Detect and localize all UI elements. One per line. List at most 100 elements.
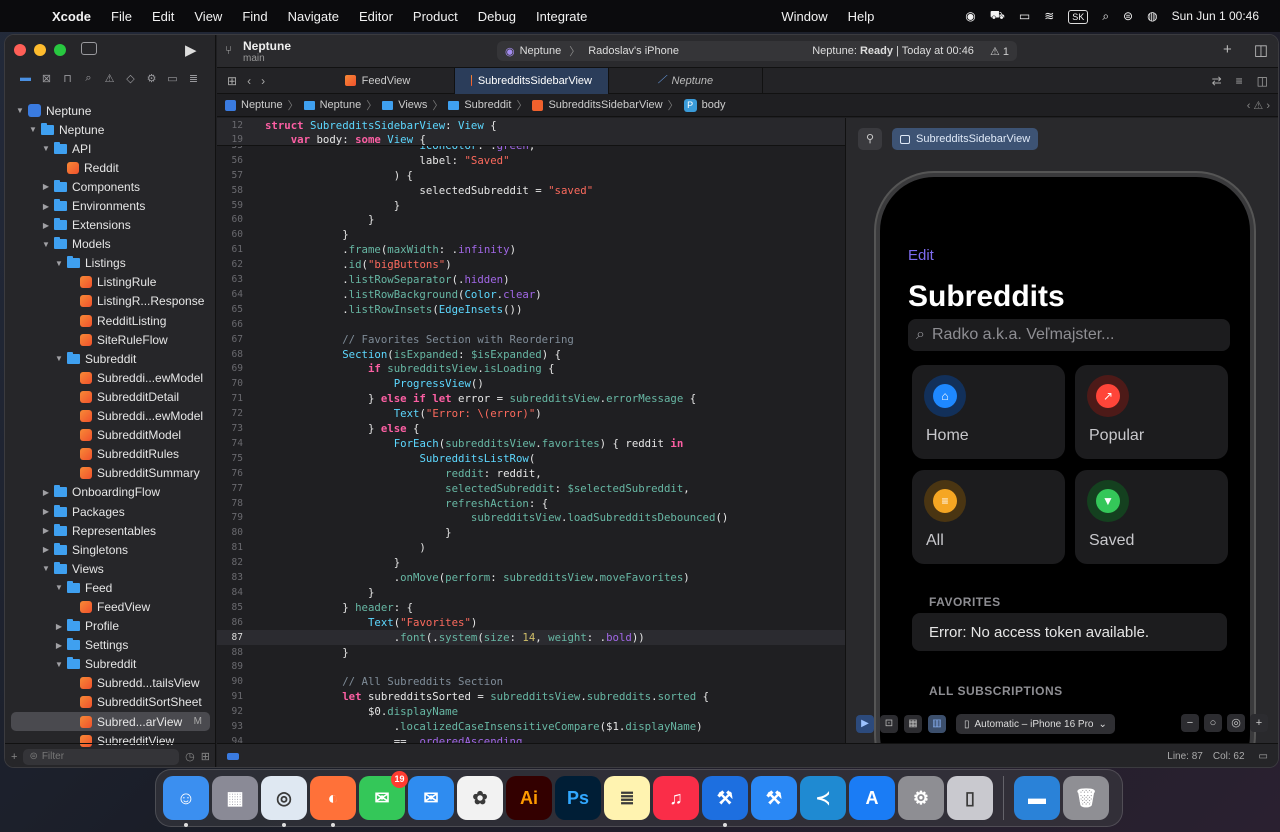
battery-icon[interactable]: ▭: [1012, 9, 1037, 23]
dock-messages-icon[interactable]: ✉ 19: [359, 771, 408, 820]
code-line[interactable]: 63 .listRowSeparator(.hidden): [217, 272, 845, 287]
card-home[interactable]: ⌂ Home: [912, 365, 1065, 459]
panel-toggle-icon[interactable]: ▭: [1259, 751, 1268, 762]
code-line[interactable]: 83 .onMove(perform: subredditsView.moveF…: [217, 570, 845, 585]
tree-folder[interactable]: ▶ Extensions: [5, 216, 216, 235]
source-editor[interactable]: 12 struct SubredditsSidebarView: View {19…: [217, 118, 845, 743]
tab-neptune[interactable]: ⟋ Neptune: [609, 67, 763, 94]
code-line[interactable]: 60 }: [217, 227, 845, 242]
tree-folder[interactable]: ▼ Views: [5, 559, 216, 578]
code-line[interactable]: 72 Text("Error: \(error)"): [217, 406, 845, 421]
debug-navigator-icon[interactable]: ⚙: [143, 72, 160, 85]
sidebar-toggle-icon[interactable]: [81, 42, 97, 55]
chevron-down-icon[interactable]: ▼: [54, 660, 64, 669]
inspector-toggle-icon[interactable]: ◫: [1254, 41, 1268, 59]
car-icon[interactable]: ⛟: [983, 8, 1012, 24]
code-line[interactable]: 56 label: "Saved": [217, 153, 845, 168]
zoom-100-icon[interactable]: ○: [1204, 714, 1222, 732]
dock-app-store-icon[interactable]: A: [849, 776, 895, 820]
menu-window[interactable]: Window: [771, 9, 837, 24]
zoom-fit-icon[interactable]: ◎: [1227, 714, 1245, 732]
code-line[interactable]: 93 .localizedCaseInsensitiveCompare($1.d…: [217, 719, 845, 734]
run-button[interactable]: ▶: [185, 41, 197, 59]
close-window-button[interactable]: [14, 44, 26, 56]
dock-music-icon[interactable]: ♫: [653, 776, 699, 820]
code-line[interactable]: 62 .id("bigButtons"): [217, 257, 845, 272]
live-preview-icon[interactable]: ▶: [856, 715, 874, 733]
code-line[interactable]: 85 } header: {: [217, 600, 845, 615]
recent-files-icon[interactable]: ◷: [185, 750, 195, 763]
code-line[interactable]: 66: [217, 317, 845, 332]
code-line[interactable]: 74 ForEach(subredditsView.favorites) { r…: [217, 436, 845, 451]
menu-product[interactable]: Product: [403, 9, 468, 24]
tree-file[interactable]: Subreddi...ewModel: [5, 407, 216, 426]
tree-file[interactable]: ListingR...Response: [5, 292, 216, 311]
dock-system-settings-icon[interactable]: ⚙: [898, 776, 944, 820]
tree-folder[interactable]: ▶ OnboardingFlow: [5, 483, 216, 502]
editor-options-icon[interactable]: ≡: [1236, 74, 1243, 88]
refresh-icon[interactable]: ⇄: [1212, 74, 1222, 88]
add-icon[interactable]: +: [11, 751, 17, 763]
chevron-down-icon[interactable]: ▼: [41, 240, 51, 249]
input-source-menu[interactable]: SK: [1061, 9, 1095, 24]
code-line[interactable]: 71 } else if let error = subredditsView.…: [217, 391, 845, 406]
status-app-icon[interactable]: ◉: [958, 9, 982, 23]
code-line[interactable]: 67 // Favorites Section with Reordering: [217, 332, 845, 347]
code-line[interactable]: 81 ): [217, 540, 845, 555]
source-control-icon[interactable]: ⊠: [38, 72, 55, 85]
tree-folder[interactable]: ▼ Subreddit: [5, 349, 216, 368]
code-line[interactable]: 57 ) {: [217, 168, 845, 183]
grid-icon[interactable]: ⊞: [227, 74, 237, 88]
code-line[interactable]: 65 .listRowInsets(EdgeInsets()): [217, 302, 845, 317]
code-line[interactable]: 64 .listRowBackground(Color.clear): [217, 287, 845, 302]
control-center-icon[interactable]: ⊜: [1116, 9, 1140, 23]
menu-file[interactable]: File: [101, 9, 142, 24]
tree-file[interactable]: SubredditSortSheet: [5, 693, 216, 712]
tree-file[interactable]: SiteRuleFlow: [5, 330, 216, 349]
tree-folder[interactable]: ▶ Singletons: [5, 540, 216, 559]
code-line[interactable]: 70 ProgressView(): [217, 376, 845, 391]
breadcrumb-item[interactable]: Subreddit: [464, 99, 511, 111]
tree-folder[interactable]: ▼ Subreddit: [5, 655, 216, 674]
tab-subredditssidebarview[interactable]: SubredditsSidebarView: [455, 67, 609, 94]
chevron-down-icon[interactable]: ▼: [54, 354, 64, 363]
menu-help[interactable]: Help: [838, 9, 885, 24]
menu-editor[interactable]: Editor: [349, 9, 403, 24]
tree-folder[interactable]: ▶ Settings: [5, 636, 216, 655]
tree-file[interactable]: Reddit: [5, 158, 216, 177]
dock-photoshop-icon[interactable]: Ps: [555, 776, 601, 820]
card-all[interactable]: ≡ All: [912, 470, 1065, 564]
code-line[interactable]: 69 if subredditsView.isLoading {: [217, 362, 845, 377]
code-line[interactable]: 82 }: [217, 555, 845, 570]
code-line[interactable]: 68 Section(isExpanded: $isExpanded) {: [217, 347, 845, 362]
menu-integrate[interactable]: Integrate: [526, 9, 597, 24]
library-add-icon[interactable]: +: [1223, 41, 1232, 59]
split-editor-icon[interactable]: ◫: [1257, 74, 1268, 88]
tree-folder[interactable]: ▼ Models: [5, 235, 216, 254]
dock-finder-icon[interactable]: ☺: [163, 776, 209, 827]
dock-launchpad-icon[interactable]: ▦: [212, 776, 258, 820]
tab-feedview[interactable]: FeedView: [301, 67, 455, 94]
card-popular[interactable]: ↗ Popular: [1075, 365, 1228, 459]
breakpoint-navigator-icon[interactable]: ▭: [164, 72, 181, 85]
dock-xcode-beta-icon[interactable]: ⚒: [702, 776, 748, 827]
filter-field[interactable]: ⊜ Filter: [23, 748, 180, 765]
code-line[interactable]: 77 selectedSubreddit: $selectedSubreddit…: [217, 481, 845, 496]
back-icon[interactable]: ‹: [247, 74, 251, 88]
code-line[interactable]: 73 } else {: [217, 421, 845, 436]
wifi-icon[interactable]: ≋: [1037, 9, 1061, 23]
chevron-right-icon[interactable]: ▶: [54, 641, 64, 650]
tree-folder[interactable]: ▶ Environments: [5, 196, 216, 215]
warning-badge[interactable]: ⚠ 1: [990, 45, 1009, 58]
chevron-right-icon[interactable]: ▶: [41, 221, 51, 230]
chevron-right-icon[interactable]: ▶: [41, 526, 51, 535]
tree-folder[interactable]: ▼ Listings: [5, 254, 216, 273]
breadcrumb-item[interactable]: Views: [398, 99, 427, 111]
chevron-down-icon[interactable]: ▼: [28, 125, 38, 134]
forward-icon[interactable]: ›: [261, 74, 265, 88]
code-line[interactable]: 84 }: [217, 585, 845, 600]
scheme-selector[interactable]: Neptune: [520, 45, 562, 57]
breadcrumb-item[interactable]: body: [702, 99, 726, 111]
report-navigator-icon[interactable]: ≣: [185, 72, 202, 85]
tree-file[interactable]: Subred...arView M: [11, 712, 210, 732]
